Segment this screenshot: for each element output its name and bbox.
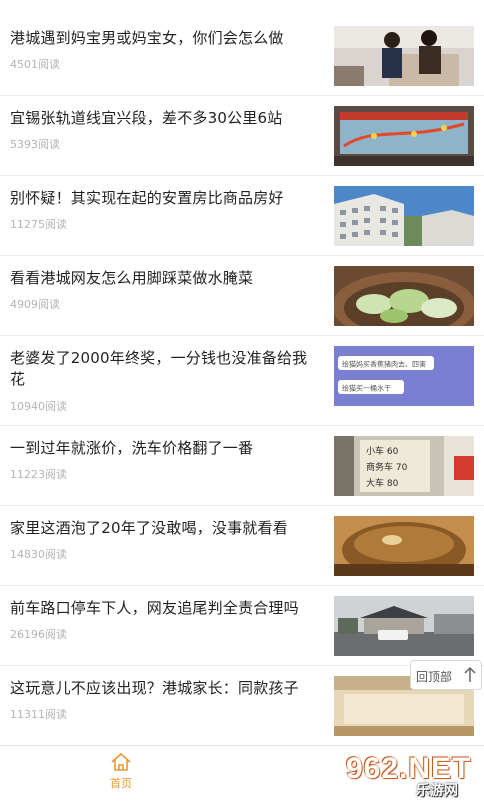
item-title[interactable]: 前车路口停车下人，网友追尾判全责合理吗: [10, 598, 322, 619]
list-item[interactable]: 一到过年就涨价，洗车价格翻了一番 11223阅读 小车 60 商务车 70 大车…: [0, 426, 484, 506]
item-thumbnail[interactable]: [334, 186, 474, 246]
item-title[interactable]: 宜锡张轨道线宜兴段，差不多30公里6站: [10, 108, 322, 129]
tab-home-label: 首页: [110, 777, 132, 790]
arrow-up-icon: [464, 666, 476, 682]
thumb-text: 小车 60: [366, 445, 399, 457]
tab-home[interactable]: 首页: [100, 752, 142, 791]
item-title[interactable]: 老婆发了2000年终奖，一分钱也没准备给我花: [10, 348, 322, 390]
list-item[interactable]: 老婆发了2000年终奖，一分钱也没准备给我花 10940阅读 给猫妈买香蕉猪肉去…: [0, 336, 484, 426]
item-thumbnail[interactable]: 给猫妈买香蕉猪肉去、四害 给猫买一桶水干: [334, 346, 474, 406]
list-item[interactable]: 家里这酒泡了20年了没敢喝，没事就看看 14830阅读: [0, 506, 484, 586]
list-item[interactable]: 港城遇到妈宝男或妈宝女，你们会怎么做 4501阅读: [0, 0, 484, 96]
item-reads: 11311阅读: [10, 708, 67, 721]
home-icon: [111, 753, 131, 771]
item-thumbnail[interactable]: [334, 516, 474, 576]
item-reads: 11275阅读: [10, 218, 67, 231]
item-reads: 10940阅读: [10, 400, 67, 413]
item-reads: 4501阅读: [10, 58, 60, 71]
news-feed: 港城遇到妈宝男或妈宝女，你们会怎么做 4501阅读 宜锡张轨道线宜兴段，差不多3…: [0, 0, 484, 746]
site-watermark-logo: 962.NET 乐游网: [344, 752, 484, 799]
item-title[interactable]: 一到过年就涨价，洗车价格翻了一番: [10, 438, 322, 459]
item-title[interactable]: 别怀疑！其实现在起的安置房比商品房好: [10, 188, 322, 209]
item-title[interactable]: 看看港城网友怎么用脚踩菜做水腌菜: [10, 268, 322, 289]
thumb-text: 给猫妈买香蕉猪肉去、四害: [342, 360, 426, 369]
item-reads: 11223阅读: [10, 468, 67, 481]
thumb-text: 大车 80: [366, 477, 399, 489]
item-thumbnail[interactable]: [334, 106, 474, 166]
item-title[interactable]: 港城遇到妈宝男或妈宝女，你们会怎么做: [10, 28, 322, 49]
list-item[interactable]: 宜锡张轨道线宜兴段，差不多30公里6站 5393阅读: [0, 96, 484, 176]
item-reads: 5393阅读: [10, 138, 60, 151]
watermark-subtext: 乐游网: [416, 783, 458, 799]
item-thumbnail[interactable]: [334, 266, 474, 326]
list-item[interactable]: 别怀疑！其实现在起的安置房比商品房好 11275阅读: [0, 176, 484, 256]
item-reads: 4909阅读: [10, 298, 60, 311]
list-item[interactable]: 前车路口停车下人，网友追尾判全责合理吗 26196阅读: [0, 586, 484, 666]
item-reads: 14830阅读: [10, 548, 67, 561]
item-title[interactable]: 家里这酒泡了20年了没敢喝，没事就看看: [10, 518, 322, 539]
item-reads: 26196阅读: [10, 628, 67, 641]
item-thumbnail[interactable]: [334, 26, 474, 86]
back-to-top-button[interactable]: 回顶部: [410, 660, 482, 690]
thumb-text: 给猫买一桶水干: [342, 384, 391, 393]
item-title[interactable]: 这玩意儿不应该出现？港城家长：同款孩子: [10, 678, 322, 699]
thumb-text: 商务车 70: [366, 461, 408, 473]
item-thumbnail[interactable]: [334, 596, 474, 656]
back-to-top-label: 回顶部: [416, 670, 453, 684]
item-thumbnail[interactable]: 小车 60 商务车 70 大车 80: [334, 436, 474, 496]
list-item[interactable]: 看看港城网友怎么用脚踩菜做水腌菜 4909阅读: [0, 256, 484, 336]
